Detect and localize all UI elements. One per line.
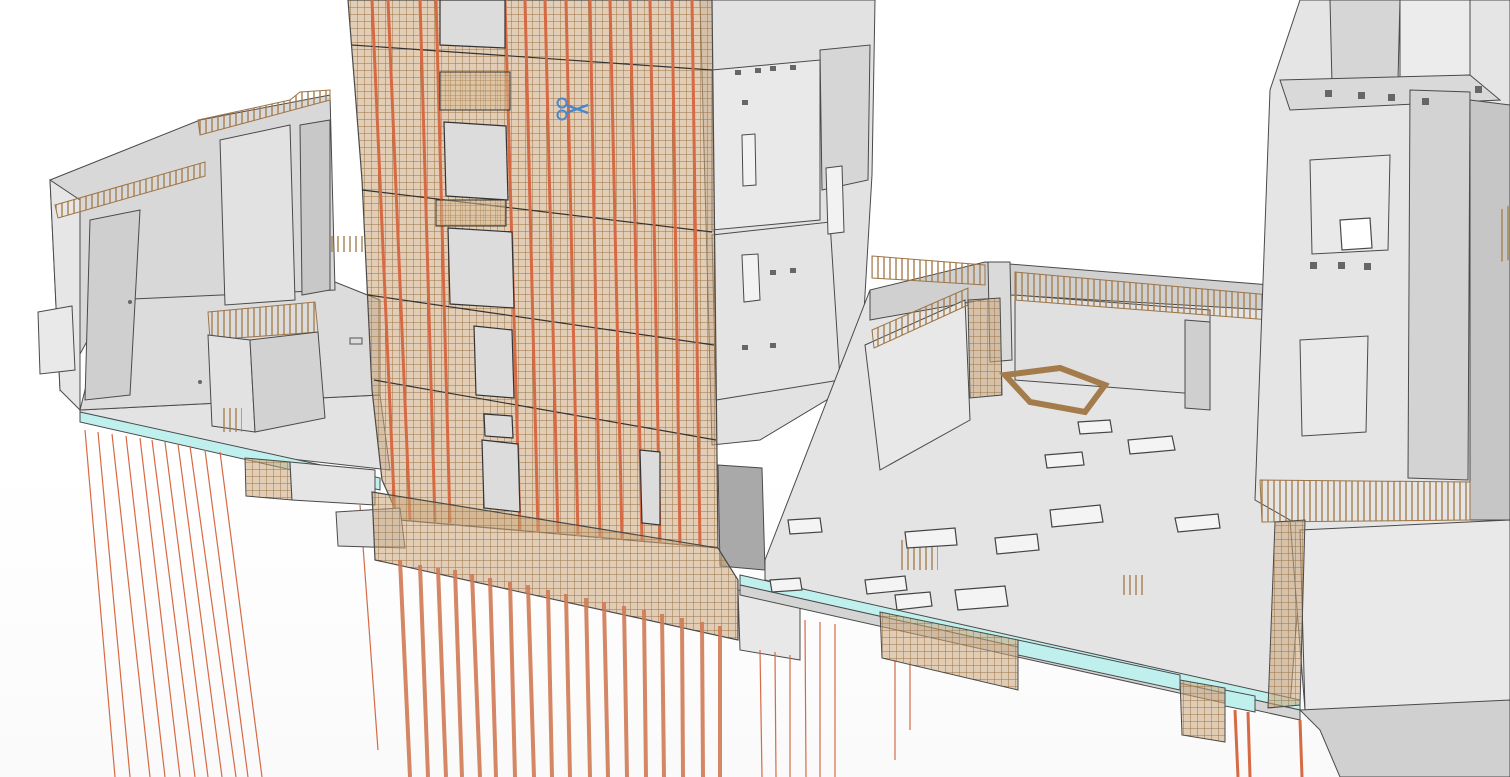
left-wing	[37, 89, 391, 506]
3d-model-viewport[interactable]	[0, 0, 1510, 777]
structural-model-render[interactable]	[0, 0, 1510, 777]
right-tower	[1254, 0, 1510, 777]
scissors-icon	[556, 96, 590, 122]
